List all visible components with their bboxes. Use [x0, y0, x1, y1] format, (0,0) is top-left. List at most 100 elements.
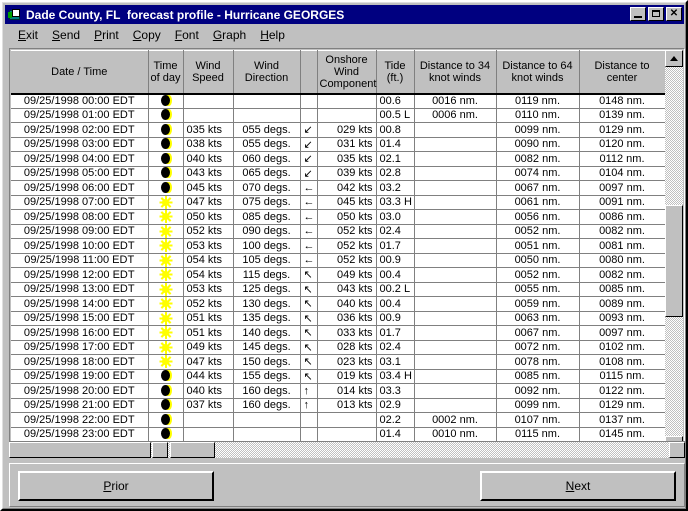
menu-item-graph[interactable]: Graph: [206, 27, 253, 43]
scroll-left-button[interactable]: [152, 442, 168, 458]
cell-d34: 0010 nm.: [414, 427, 497, 442]
table-row[interactable]: 09/25/1998 05:00 EDT 043 kts 065 degs. ↙ 039…: [11, 166, 665, 181]
menu-item-print[interactable]: Print: [87, 27, 126, 43]
cell-d34: [414, 325, 497, 341]
vertical-scrollbar[interactable]: [665, 50, 683, 453]
cell-arrow: ↖: [300, 369, 318, 384]
table-row[interactable]: 09/25/1998 11:00 EDT 054 kts 105 degs. ← 052…: [11, 253, 665, 268]
horizontal-scroll-thumb-left[interactable]: [9, 442, 151, 458]
scroll-right-button[interactable]: [669, 442, 685, 458]
table-row[interactable]: 09/25/1998 10:00 EDT 053 kts 100 degs. ← 052…: [11, 238, 665, 254]
cell-dc: 0115 nm.: [579, 369, 665, 384]
horizontal-scroll-thumb-right[interactable]: [170, 442, 215, 458]
sun-icon: [159, 326, 172, 340]
cell-dir: 055 degs.: [233, 122, 301, 138]
cell-arrow: ←: [300, 180, 318, 196]
cell-time-of-day: [148, 180, 184, 196]
cell-d34: [414, 296, 497, 312]
column-header-tide[interactable]: Tide (ft.): [376, 50, 415, 95]
menu-item-send[interactable]: Send: [45, 27, 87, 43]
cell-d64: 0056 nm.: [496, 209, 580, 225]
table-row[interactable]: 09/25/1998 00:00 EDT 00.6 0016 nm. 0119 nm.…: [11, 93, 665, 109]
cell-dir: 070 degs.: [233, 180, 301, 196]
table-row[interactable]: 09/25/1998 03:00 EDT 038 kts 055 degs. ↙ 031…: [11, 137, 665, 152]
column-header-tod[interactable]: Time of day: [148, 50, 184, 95]
table-row[interactable]: 09/25/1998 19:00 EDT 044 kts 155 degs. ↖ 019…: [11, 369, 665, 384]
column-header-dir[interactable]: Wind Direction: [233, 50, 301, 95]
cell-d64: 0107 nm.: [496, 412, 580, 428]
table-row[interactable]: 09/25/1998 20:00 EDT 040 kts 160 degs. ↑ 014…: [11, 383, 665, 399]
cell-d34: [414, 195, 497, 210]
table-row[interactable]: 09/25/1998 16:00 EDT 051 kts 140 degs. ↖ 033…: [11, 325, 665, 341]
cell-d34: [414, 151, 497, 167]
cell-d64: 0061 nm.: [496, 195, 580, 210]
moon-icon: [160, 428, 172, 440]
table-row[interactable]: 09/25/1998 17:00 EDT 049 kts 145 degs. ↖ 028…: [11, 340, 665, 355]
table-row[interactable]: 09/25/1998 07:00 EDT 047 kts 075 degs. ← 045…: [11, 195, 665, 210]
cell-dc: 0112 nm.: [579, 151, 665, 167]
cell-arrow: ↑: [300, 383, 318, 399]
column-header-speed[interactable]: Wind Speed: [183, 50, 234, 95]
horizontal-scrollbar[interactable]: [9, 441, 685, 458]
cell-dir: 125 degs.: [233, 282, 301, 297]
cell-dc: 0081 nm.: [579, 238, 665, 254]
table-row[interactable]: 09/25/1998 14:00 EDT 052 kts 130 degs. ↖ 040…: [11, 296, 665, 312]
cell-osw: 052 kts: [317, 238, 377, 254]
column-header-osw[interactable]: Onshore Wind Component: [317, 50, 377, 95]
cell-dc: 0093 nm.: [579, 311, 665, 326]
column-header-date[interactable]: Date / Time: [11, 50, 149, 95]
cell-dc: 0120 nm.: [579, 137, 665, 152]
cell-tide: 02.8: [376, 166, 415, 181]
next-button[interactable]: Next: [480, 471, 676, 501]
menu-item-copy[interactable]: Copy: [126, 27, 168, 43]
cell-d34: [414, 369, 497, 384]
cell-osw: 036 kts: [317, 311, 377, 326]
cell-d34: [414, 398, 497, 413]
menu-item-exit[interactable]: Exit: [11, 27, 45, 43]
table-row[interactable]: 09/25/1998 02:00 EDT 035 kts 055 degs. ↙ 029…: [11, 122, 665, 138]
table-row[interactable]: 09/25/1998 15:00 EDT 051 kts 135 degs. ↖ 036…: [11, 311, 665, 326]
forecast-table-viewport[interactable]: Date / Time Time of day Wind Speed Wind Direct…: [11, 50, 666, 453]
cell-date: 09/25/1998 06:00 EDT: [11, 180, 149, 196]
cell-speed: 054 kts: [183, 253, 234, 268]
column-header-dc[interactable]: Distance to center: [579, 50, 665, 95]
cell-dir: 075 degs.: [233, 195, 301, 210]
cell-speed: 049 kts: [183, 340, 234, 355]
cell-dc: 0145 nm.: [579, 427, 665, 442]
menu-item-font[interactable]: Font: [168, 27, 206, 43]
cell-dir: [233, 108, 301, 123]
minimize-button[interactable]: [630, 7, 646, 21]
cell-date: 09/25/1998 02:00 EDT: [11, 122, 149, 138]
table-row[interactable]: 09/25/1998 13:00 EDT 053 kts 125 degs. ↖ 043…: [11, 282, 665, 297]
table-row[interactable]: 09/25/1998 18:00 EDT 047 kts 150 degs. ↖ 023…: [11, 354, 665, 370]
menu-item-help[interactable]: Help: [253, 27, 292, 43]
table-row[interactable]: 09/25/1998 06:00 EDT 045 kts 070 degs. ← 042…: [11, 180, 665, 196]
table-row[interactable]: 09/25/1998 04:00 EDT 040 kts 060 degs. ↙ 035…: [11, 151, 665, 167]
table-row[interactable]: 09/25/1998 01:00 EDT 00.5 L 0006 nm. 0110 n…: [11, 108, 665, 123]
vertical-scroll-thumb[interactable]: [665, 205, 683, 317]
cell-d64: 0063 nm.: [496, 311, 580, 326]
cell-dc: 0080 nm.: [579, 253, 665, 268]
table-row[interactable]: 09/25/1998 23:00 EDT 01.4 0010 nm. 0115 nm.…: [11, 427, 665, 442]
maximize-button[interactable]: [648, 7, 664, 21]
table-row[interactable]: 09/25/1998 21:00 EDT 037 kts 160 degs. ↑ 013…: [11, 398, 665, 413]
cell-dc: 0129 nm.: [579, 398, 665, 413]
column-header-arrow[interactable]: [300, 50, 318, 95]
cell-speed: 040 kts: [183, 151, 234, 167]
cell-date: 09/25/1998 11:00 EDT: [11, 253, 149, 268]
cell-dc: 0129 nm.: [579, 122, 665, 138]
close-button[interactable]: ✕: [666, 7, 682, 21]
column-header-d64[interactable]: Distance to 64 knot winds: [496, 50, 580, 95]
cell-arrow: ←: [300, 195, 318, 210]
table-row[interactable]: 09/25/1998 09:00 EDT 052 kts 090 degs. ← 052…: [11, 224, 665, 239]
table-row[interactable]: 09/25/1998 08:00 EDT 050 kts 085 degs. ← 050…: [11, 209, 665, 225]
cell-speed: 044 kts: [183, 369, 234, 384]
prior-button[interactable]: Prior: [18, 471, 214, 501]
moon-icon: [160, 181, 172, 193]
scroll-up-button[interactable]: [665, 50, 683, 67]
table-row[interactable]: 09/25/1998 12:00 EDT 054 kts 115 degs. ↖ 049…: [11, 267, 665, 283]
cell-d64: 0099 nm.: [496, 398, 580, 413]
table-row[interactable]: 09/25/1998 22:00 EDT 02.2 0002 nm. 0107 nm.…: [11, 412, 665, 428]
column-header-d34[interactable]: Distance to 34 knot winds: [414, 50, 497, 95]
cell-time-of-day: [148, 93, 184, 109]
